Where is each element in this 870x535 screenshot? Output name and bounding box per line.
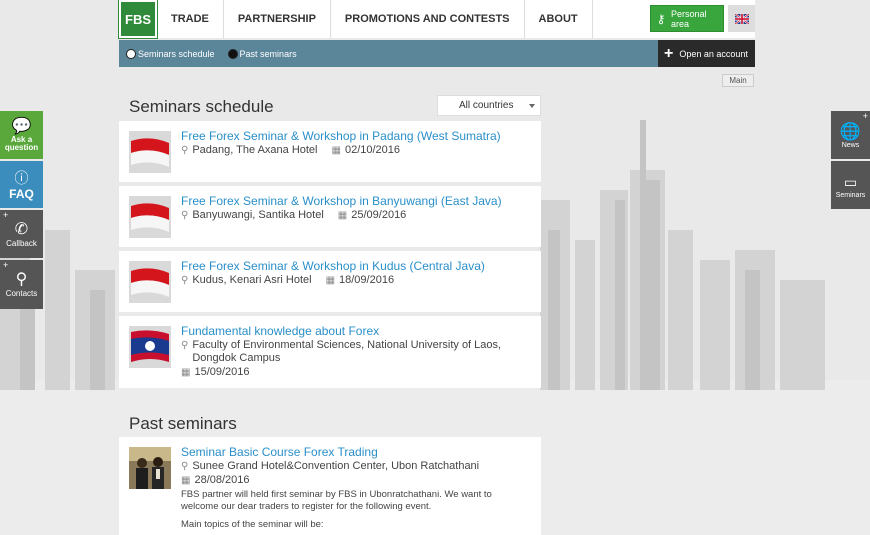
news-tab[interactable]: + 🌐 News bbox=[831, 111, 870, 159]
plus-icon: + bbox=[3, 260, 9, 270]
callback-label: Callback bbox=[6, 238, 37, 248]
indonesia-flag-icon bbox=[129, 131, 171, 173]
seminar-subnav: Seminars schedule Past seminars + Open a… bbox=[119, 40, 755, 67]
seminar-topics-label: Main topics of the seminar will be: bbox=[181, 519, 324, 530]
calendar-icon: ▦ bbox=[325, 275, 336, 286]
key-icon: ⚷ bbox=[656, 11, 666, 26]
location-pin-icon: ⚲ bbox=[181, 340, 189, 351]
location-pin-icon: ⚲ bbox=[181, 210, 189, 221]
plus-icon: + bbox=[862, 111, 868, 121]
seminar-title-link[interactable]: Free Forex Seminar & Workshop in Padang … bbox=[181, 129, 531, 143]
radio-past-label: Past seminars bbox=[239, 48, 297, 59]
past-seminar-card[interactable]: Seminar Basic Course Forex Trading ⚲ Sun… bbox=[119, 437, 541, 535]
globe-icon: 🌐 bbox=[839, 121, 862, 141]
schedule-title: Seminars schedule bbox=[129, 97, 274, 116]
location-pin-icon: ⚲ bbox=[181, 275, 189, 286]
nav-about[interactable]: ABOUT bbox=[525, 0, 593, 38]
ask-question-tab[interactable]: 💬 Ask a question bbox=[0, 111, 43, 159]
calendar-icon: ▦ bbox=[331, 145, 341, 156]
seminar-date: 25/09/2016 bbox=[351, 209, 407, 221]
faq-label: FAQ bbox=[9, 186, 34, 201]
radio-past-seminars[interactable]: Past seminars bbox=[227, 48, 297, 59]
breadcrumb-main[interactable]: Main bbox=[722, 74, 754, 87]
open-account-label: Open an account bbox=[679, 48, 748, 59]
seminar-title-link[interactable]: Seminar Basic Course Forex Trading bbox=[181, 445, 531, 459]
seminar-title-link[interactable]: Fundamental knowledge about Forex bbox=[181, 324, 531, 338]
country-select[interactable]: All countries bbox=[437, 95, 541, 116]
info-icon: ⓘ bbox=[14, 169, 29, 186]
fbs-logo[interactable]: FBS bbox=[118, 0, 158, 39]
top-navigation: FBS TRADE PARTNERSHIP PROMOTIONS AND CON… bbox=[118, 0, 755, 39]
location-pin-icon: ⚲ bbox=[181, 145, 189, 156]
calendar-icon: ▦ bbox=[181, 367, 191, 378]
news-label: News bbox=[841, 141, 860, 149]
seminar-place: Sunee Grand Hotel&Convention Center, Ubo… bbox=[192, 460, 480, 472]
seminar-card[interactable]: Fundamental knowledge about Forex ⚲ Facu… bbox=[119, 316, 541, 388]
language-flag-icon[interactable] bbox=[728, 5, 755, 32]
seminar-date: 02/10/2016 bbox=[344, 144, 401, 156]
chevron-down-icon bbox=[529, 104, 535, 108]
seminar-title-link[interactable]: Free Forex Seminar & Workshop in Banyuwa… bbox=[181, 194, 531, 208]
nav-partnership[interactable]: PARTNERSHIP bbox=[224, 0, 331, 38]
seminar-date: 15/09/2016 bbox=[194, 366, 250, 378]
ask-question-label: Ask a question bbox=[4, 135, 39, 152]
seminar-title-link[interactable]: Free Forex Seminar & Workshop in Kudus (… bbox=[181, 259, 531, 273]
radio-schedule-label: Seminars schedule bbox=[138, 48, 215, 59]
personal-area-button[interactable]: ⚷ Personal area bbox=[650, 5, 724, 32]
phone-icon: ✆ bbox=[14, 220, 29, 238]
country-select-value: All countries bbox=[459, 100, 514, 111]
indonesia-flag-icon bbox=[129, 196, 171, 238]
nav-promotions[interactable]: PROMOTIONS AND CONTESTS bbox=[331, 0, 525, 38]
radio-seminars-schedule[interactable]: Seminars schedule bbox=[126, 48, 215, 59]
seminar-place: Banyuwangi, Santika Hotel bbox=[192, 209, 324, 221]
plus-icon: + bbox=[664, 44, 674, 62]
seminar-card[interactable]: Free Forex Seminar & Workshop in Kudus (… bbox=[119, 251, 541, 312]
personal-area-label: Personal area bbox=[671, 8, 707, 29]
seminar-card[interactable]: Free Forex Seminar & Workshop in Banyuwa… bbox=[119, 186, 541, 247]
seminars-tab[interactable]: ▭ Seminars bbox=[831, 161, 870, 209]
seminar-photo bbox=[129, 447, 171, 489]
seminar-place: Kudus, Kenari Asri Hotel bbox=[192, 274, 312, 286]
calendar-icon: ▦ bbox=[181, 475, 191, 486]
location-pin-icon: ⚲ bbox=[181, 461, 189, 472]
map-pin-icon: ⚲ bbox=[15, 271, 28, 288]
callback-tab[interactable]: + ✆ Callback bbox=[0, 210, 43, 258]
contacts-label: Contacts bbox=[5, 289, 38, 298]
faq-tab[interactable]: ⓘ FAQ bbox=[0, 161, 43, 208]
seminar-place: Faculty of Environmental Sciences, Natio… bbox=[192, 339, 502, 364]
radio-empty-icon bbox=[126, 48, 136, 59]
seminar-card[interactable]: Free Forex Seminar & Workshop in Padang … bbox=[119, 121, 541, 182]
chat-bubble-icon: 💬 bbox=[11, 118, 32, 135]
indonesia-flag-icon bbox=[129, 261, 171, 303]
past-seminars-title: Past seminars bbox=[129, 414, 237, 433]
open-account-button[interactable]: + Open an account bbox=[658, 40, 755, 67]
contacts-tab[interactable]: + ⚲ Contacts bbox=[0, 260, 43, 309]
seminar-description: FBS partner will held first seminar by F… bbox=[181, 489, 492, 512]
radio-filled-icon bbox=[227, 48, 238, 59]
calendar-icon: ▦ bbox=[337, 210, 348, 221]
seminar-place: Padang, The Axana Hotel bbox=[192, 144, 318, 156]
nav-trade[interactable]: TRADE bbox=[157, 0, 224, 38]
presentation-icon: ▭ bbox=[843, 173, 858, 190]
laos-flag-icon bbox=[129, 326, 171, 368]
seminar-date: 28/08/2016 bbox=[194, 474, 250, 486]
plus-icon: + bbox=[3, 210, 9, 220]
seminars-label: Seminars bbox=[835, 191, 866, 199]
seminar-date: 18/09/2016 bbox=[339, 274, 395, 286]
